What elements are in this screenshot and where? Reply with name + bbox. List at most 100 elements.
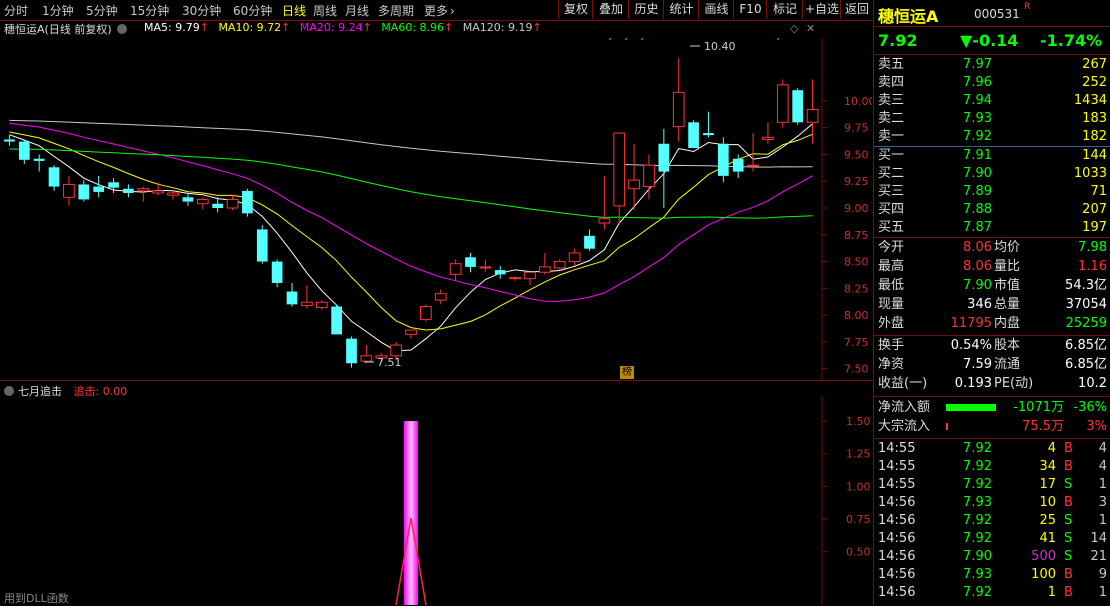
candle-body xyxy=(553,261,566,269)
bid-label: 买一 xyxy=(878,148,905,163)
period-tab-day[interactable]: 日线 xyxy=(282,2,306,19)
tick-time: 14:56 xyxy=(878,495,916,510)
candle-body xyxy=(494,270,506,275)
ma60-line xyxy=(9,148,813,219)
chevron-right-icon: › xyxy=(450,4,455,18)
ma5-label: MA5: 9.79 xyxy=(144,21,200,34)
tick-count: 1 xyxy=(1098,585,1107,600)
indicator-tick-label: 1.25 xyxy=(846,448,871,461)
trade-tick-row: 14:55 7.92 34 B 4 xyxy=(874,458,1110,476)
draw-line-button[interactable]: 画线 xyxy=(698,0,734,19)
candle-body xyxy=(360,355,373,362)
ask-price: 7.93 xyxy=(963,111,992,126)
stat-label: 收益(一) xyxy=(878,376,928,391)
tick-direction: B xyxy=(1064,567,1073,582)
flow-pct: 3% xyxy=(1086,419,1107,434)
rank-badge[interactable]: 榜 xyxy=(620,366,634,379)
stat-label: 最高 xyxy=(878,259,905,274)
stat-label: 换手 xyxy=(878,338,905,353)
ask-volume: 1434 xyxy=(1073,93,1107,108)
bid-label: 买三 xyxy=(878,184,905,199)
ask-label: 卖一 xyxy=(878,129,905,144)
price-tick-label: 9.50 xyxy=(844,148,869,161)
tick-count: 4 xyxy=(1098,441,1107,456)
stat-label: 总量 xyxy=(994,297,1021,312)
period-tab-more[interactable]: 更多 › xyxy=(424,2,455,19)
period-tab-60min[interactable]: 60分钟 xyxy=(233,2,272,19)
price-tick-label: 8.50 xyxy=(844,256,869,269)
tick-price: 7.92 xyxy=(963,531,992,546)
quote-change-pct: -1.74% xyxy=(1040,31,1103,50)
overlay-button[interactable]: 叠加 xyxy=(592,0,629,19)
period-tab-1min[interactable]: 1分钟 xyxy=(42,2,74,19)
statistics-button[interactable]: 统计 xyxy=(663,0,699,19)
ask-price: 7.97 xyxy=(963,57,992,72)
period-tab-month[interactable]: 月线 xyxy=(345,2,369,19)
stat-value: 7.59 xyxy=(963,357,992,372)
bid-label: 买四 xyxy=(878,202,905,217)
indicator-chart[interactable]: 1.50 1.25 1.00 0.75 0.50 xyxy=(0,396,872,605)
price-tick-label: 7.75 xyxy=(844,336,869,349)
history-button[interactable]: 历史 xyxy=(628,0,664,19)
period-tab-multi[interactable]: 多周期 xyxy=(378,2,414,19)
mark-button[interactable]: 标记 xyxy=(766,0,803,19)
tick-direction: S xyxy=(1064,549,1073,564)
kline-chart[interactable]: 10.00 9.75 9.50 9.25 9.00 8.75 8.50 8.25 8.00 7.7… xyxy=(0,38,872,380)
period-tab-15min[interactable]: 15分钟 xyxy=(130,2,169,19)
add-watchlist-button[interactable]: +自选 xyxy=(802,0,841,19)
flow-row: 净流入额 -1071万 -36% xyxy=(874,399,1110,417)
up-arrow-icon: ↑ xyxy=(281,21,291,34)
candle-body xyxy=(182,197,194,202)
back-button[interactable]: 返回 xyxy=(840,0,873,19)
tick-volume: 34 xyxy=(1039,459,1056,474)
up-arrow-icon: ↑ xyxy=(362,21,372,34)
tick-price: 7.93 xyxy=(963,495,992,510)
tick-volume: 10 xyxy=(1039,495,1056,510)
tick-direction: B xyxy=(1064,459,1073,474)
stat-value: 6.85亿 xyxy=(1065,357,1107,372)
candle-body xyxy=(196,198,209,205)
candle-body xyxy=(776,84,789,123)
candle-body xyxy=(688,122,699,149)
stat-value: 8.06 xyxy=(963,259,992,274)
tick-price: 7.92 xyxy=(963,441,992,456)
candle-body xyxy=(509,277,521,280)
candle-body xyxy=(658,143,670,172)
signal-bar xyxy=(404,421,418,605)
tick-time: 14:56 xyxy=(878,513,916,528)
period-tab-5min[interactable]: 5分钟 xyxy=(86,2,118,19)
tick-time: 14:55 xyxy=(878,477,916,492)
indicator-menu-icon[interactable] xyxy=(4,386,14,396)
tick-volume: 1 xyxy=(1047,585,1056,600)
candle-body xyxy=(643,164,655,188)
period-tab-30min[interactable]: 30分钟 xyxy=(182,2,221,19)
bid-row: 买四 7.88 207 xyxy=(874,201,1110,219)
chart-mode-dropdown-icon[interactable] xyxy=(117,24,128,34)
bid-price: 7.89 xyxy=(963,184,992,199)
candle-body xyxy=(568,252,581,263)
trade-tick-row: 14:55 7.92 4 B 4 xyxy=(874,440,1110,458)
bid-row: 买三 7.89 71 xyxy=(874,183,1110,201)
tick-volume: 25 xyxy=(1039,513,1056,528)
f10-button[interactable]: F10 xyxy=(733,0,767,19)
close-icon[interactable]: ✕ xyxy=(806,22,815,35)
candle-body xyxy=(465,257,476,267)
period-tab-fenshi[interactable]: 分时 xyxy=(4,2,28,19)
tick-count: 21 xyxy=(1090,549,1107,564)
stat-value: 11795 xyxy=(950,316,992,331)
price-tick-label: 8.00 xyxy=(844,309,869,322)
candle-body xyxy=(137,188,150,192)
stats-row: 今开 8.06 均价 7.98 xyxy=(874,239,1110,257)
candle-body xyxy=(48,167,60,187)
flow-row: 大宗流入 75.5万 3% xyxy=(874,418,1110,436)
restore-rights-button[interactable]: 复权 xyxy=(558,0,593,19)
high-marker: 10.40 xyxy=(690,40,736,53)
ask-volume: 182 xyxy=(1082,129,1107,144)
indicator-tick-label: 0.75 xyxy=(846,513,871,526)
ma5-line xyxy=(9,123,813,352)
diamond-icon[interactable]: ◇ xyxy=(790,22,798,35)
stat-value: 7.98 xyxy=(1078,240,1107,255)
period-tab-week[interactable]: 周线 xyxy=(313,2,337,19)
candle-body xyxy=(226,198,239,209)
bid-volume: 207 xyxy=(1082,202,1107,217)
